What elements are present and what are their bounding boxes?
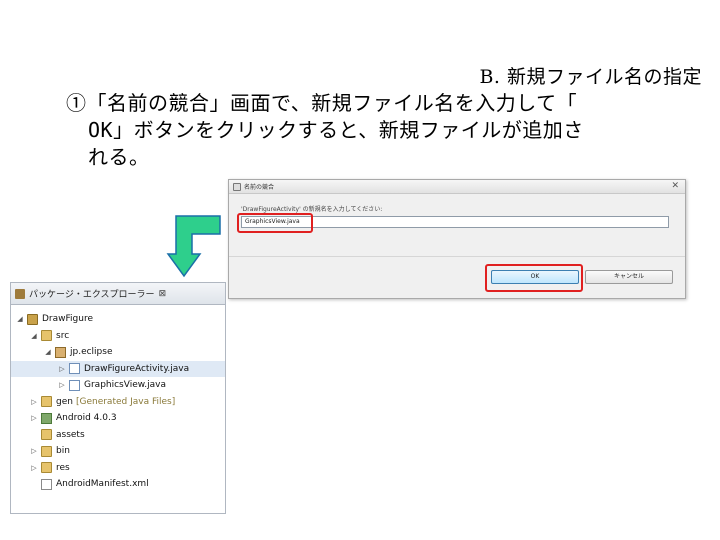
tree-item-package[interactable]: ◢ jp.eclipse <box>11 344 225 361</box>
close-icon[interactable]: ✕ <box>671 181 679 191</box>
tree-item-label: jp.eclipse <box>70 347 113 358</box>
tree-item-suffix: [Generated Java Files] <box>75 396 176 407</box>
tree-item-label: DrawFigure <box>42 314 93 325</box>
slide-title: B. 新規ファイル名の指定 <box>479 66 702 88</box>
tree-item-graphicsview[interactable]: ▷ GraphicsView.java <box>11 377 225 394</box>
tree-item-label: Android 4.0.3 <box>56 413 117 424</box>
tree-item-manifest[interactable]: AndroidManifest.xml <box>11 476 225 493</box>
body-line-3: れる。 <box>88 145 150 169</box>
expand-toggle-icon[interactable]: ◢ <box>29 332 39 340</box>
explorer-header: パッケージ・エクスプローラー ⊠ <box>11 283 225 305</box>
dialog-message: 'DrawFigureActivity' の新規名を入力してください: <box>241 206 383 213</box>
collapse-toggle-icon[interactable]: ▷ <box>29 447 39 455</box>
package-explorer-icon <box>15 288 25 299</box>
folder-icon <box>41 445 52 457</box>
dialog-titlebar: 名前の競合 <box>229 180 685 194</box>
input-highlight-box <box>237 213 313 233</box>
tree-item-label: bin <box>56 446 70 457</box>
collapse-toggle-icon[interactable]: ▷ <box>29 414 39 422</box>
slide-body: ①「名前の競合」画面で、新規ファイル名を入力して「 OK」ボタンをクリックすると… <box>66 90 686 171</box>
ok-highlight-box <box>485 264 583 292</box>
tree-item-label: res <box>56 462 70 473</box>
package-icon <box>55 346 66 358</box>
close-view-icon[interactable]: ⊠ <box>159 289 167 299</box>
body-line-1: ①「名前の競合」画面で、新規ファイル名を入力して「 <box>66 91 578 115</box>
tree-item-label: GraphicsView.java <box>84 380 166 391</box>
tree-item-gen[interactable]: ▷ gen [Generated Java Files] <box>11 394 225 411</box>
folder-icon <box>41 330 52 342</box>
project-icon <box>27 313 38 325</box>
tree-item-bin[interactable]: ▷ bin <box>11 443 225 460</box>
expand-toggle-icon[interactable]: ◢ <box>43 348 53 356</box>
java-file-icon <box>69 379 80 391</box>
tree-item-label: assets <box>56 429 85 440</box>
cancel-button[interactable]: キャンセル <box>585 270 673 284</box>
expand-toggle-icon[interactable]: ◢ <box>15 315 25 323</box>
explorer-title: パッケージ・エクスプローラー <box>29 290 155 300</box>
library-icon <box>41 412 52 424</box>
tree-item-res[interactable]: ▷ res <box>11 460 225 477</box>
tree-item-label: gen <box>56 396 73 407</box>
dialog-title: 名前の競合 <box>244 184 275 191</box>
project-tree: ◢ DrawFigure ◢ src ◢ jp.eclipse ▷ DrawFi… <box>11 305 225 493</box>
package-explorer-panel: パッケージ・エクスプローラー ⊠ ◢ DrawFigure ◢ src ◢ jp… <box>10 282 226 514</box>
collapse-toggle-icon[interactable]: ▷ <box>29 398 39 406</box>
collapse-toggle-icon[interactable]: ▷ <box>57 381 67 389</box>
tree-item-label: src <box>56 330 70 341</box>
folder-icon <box>41 462 52 474</box>
tree-item-drawfigureactivity[interactable]: ▷ DrawFigureActivity.java <box>11 360 225 377</box>
tree-item-assets[interactable]: assets <box>11 427 225 444</box>
xml-file-icon <box>41 478 52 490</box>
collapse-toggle-icon[interactable]: ▷ <box>29 464 39 472</box>
name-conflict-dialog: 名前の競合 ✕ 'DrawFigureActivity' の新規名を入力してくだ… <box>228 179 686 299</box>
body-line-2: OK」ボタンをクリックすると、新規ファイルが追加さ <box>88 118 584 142</box>
tree-item-drawfigure[interactable]: ◢ DrawFigure <box>11 311 225 328</box>
tree-item-src[interactable]: ◢ src <box>11 328 225 345</box>
tree-item-label: AndroidManifest.xml <box>56 479 149 490</box>
tree-item-android-lib[interactable]: ▷ Android 4.0.3 <box>11 410 225 427</box>
collapse-toggle-icon[interactable]: ▷ <box>57 365 67 373</box>
app-icon <box>233 182 241 191</box>
dialog-separator <box>229 256 685 257</box>
folder-icon <box>41 429 52 441</box>
folder-icon <box>41 396 52 408</box>
arrow-down-icon <box>166 215 221 278</box>
tree-item-label: DrawFigureActivity.java <box>84 363 190 374</box>
java-file-icon <box>69 363 80 375</box>
